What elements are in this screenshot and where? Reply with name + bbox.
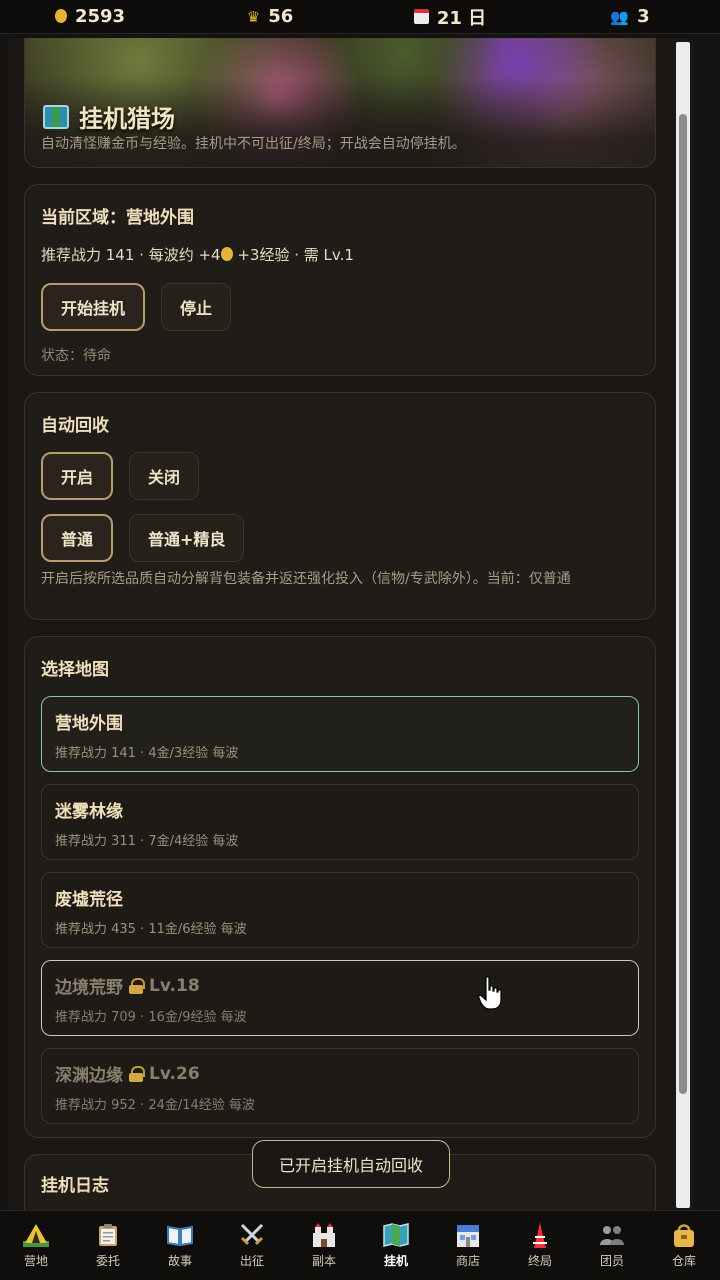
map-info: 推荐战力 952 · 24金/14经验 每波 <box>55 1098 255 1113</box>
people-icon <box>599 1222 625 1248</box>
bag-icon <box>671 1222 697 1248</box>
map-icon <box>383 1222 409 1248</box>
lock-icon <box>129 977 145 994</box>
nav-endgame[interactable]: 终局 <box>504 1211 576 1280</box>
region-info: 推荐战力 141 · 每波约 +4 +3经验 · 需 Lv.1 <box>41 246 354 264</box>
shop-icon <box>455 1222 481 1248</box>
required-level: Lv.18 <box>149 975 200 996</box>
idle-status: 状态：待命 <box>41 348 111 364</box>
map-item-ruin-path[interactable]: 废墟荒径 推荐战力 435 · 11金/6经验 每波 <box>41 872 639 948</box>
day-counter: 21 日 <box>360 4 540 30</box>
crown-icon: ♛ <box>246 7 261 26</box>
page-title: 挂机猎场 <box>43 99 175 134</box>
region-heading: 当前区域：营地外围 <box>41 208 194 228</box>
coin-icon <box>220 247 233 261</box>
quality-normal-fine-button[interactable]: 普通+精良 <box>129 514 245 562</box>
map-item-frontier-wilds[interactable]: 边境荒野 Lv.18 推荐战力 709 · 16金/9经验 每波 <box>41 960 639 1036</box>
coin-icon <box>54 8 67 26</box>
lock-icon <box>129 1065 145 1082</box>
nav-shop[interactable]: 商店 <box>432 1211 504 1280</box>
start-idle-button[interactable]: 开始挂机 <box>41 283 146 331</box>
nav-story[interactable]: 故事 <box>144 1211 216 1280</box>
map-name: 深渊边缘 Lv.26 <box>55 1063 200 1087</box>
map-info: 推荐战力 141 · 4金/3经验 每波 <box>55 746 239 761</box>
map-item-mist-forest[interactable]: 迷雾林缘 推荐战力 311 · 7金/4经验 每波 <box>41 784 639 860</box>
tent-icon <box>23 1222 49 1248</box>
member-counter: 👥 3 <box>540 6 720 27</box>
stop-idle-button[interactable]: 停止 <box>161 283 232 331</box>
map-name: 边境荒野 Lv.18 <box>55 975 200 999</box>
people-icon: 👥 <box>610 7 630 26</box>
book-icon <box>167 1222 193 1248</box>
crown-value: 56 <box>268 6 294 27</box>
map-name: 迷雾林缘 <box>55 802 123 822</box>
nav-camp[interactable]: 营地 <box>0 1211 72 1280</box>
nav-members[interactable]: 团员 <box>576 1211 648 1280</box>
tower-icon <box>527 1222 553 1248</box>
maps-heading: 选择地图 <box>41 660 109 680</box>
hero-banner: 挂机猎场 自动清怪赚金币与经验。挂机中不可出征/终局；开战会自动停挂机。 <box>24 38 656 168</box>
top-status-bar: 2593 ♛ 56 21 日 👥 3 <box>0 0 720 34</box>
scroll-thumb[interactable] <box>679 114 687 1094</box>
current-region-card: 当前区域：营地外围 推荐战力 141 · 每波约 +4 +3经验 · 需 Lv.… <box>24 184 656 376</box>
recycle-on-button[interactable]: 开启 <box>41 452 114 500</box>
scrollbar[interactable] <box>676 42 690 1208</box>
calendar-icon <box>413 9 429 24</box>
hand-cursor-icon <box>478 976 502 1010</box>
map-item-abyss-edge[interactable]: 深渊边缘 Lv.26 推荐战力 952 · 24金/14经验 每波 <box>41 1048 639 1124</box>
gold-counter: 2593 <box>0 6 180 27</box>
map-item-camp-outskirts[interactable]: 营地外围 推荐战力 141 · 4金/3经验 每波 <box>41 696 639 772</box>
recycle-description: 开启后按所选品质自动分解背包装备并返还强化投入（信物/专武除外）。当前：仅普通 <box>41 571 571 587</box>
recycle-heading: 自动回收 <box>41 416 109 436</box>
nav-dungeon[interactable]: 副本 <box>288 1211 360 1280</box>
map-name: 营地外围 <box>55 714 123 734</box>
map-name: 废墟荒径 <box>55 890 123 910</box>
swords-icon <box>239 1222 265 1248</box>
castle-icon <box>311 1222 337 1248</box>
nav-storage[interactable]: 仓库 <box>648 1211 720 1280</box>
member-value: 3 <box>637 6 650 27</box>
nav-commission[interactable]: 委托 <box>72 1211 144 1280</box>
main-scroll-area[interactable]: 挂机猎场 自动清怪赚金币与经验。挂机中不可出征/终局；开战会自动停挂机。 当前区… <box>8 38 694 1210</box>
nav-idle[interactable]: 挂机 <box>360 1211 432 1280</box>
nav-expedition[interactable]: 出征 <box>216 1211 288 1280</box>
page-subtitle: 自动清怪赚金币与经验。挂机中不可出征/终局；开战会自动停挂机。 <box>41 136 466 152</box>
auto-recycle-card: 自动回收 开启 关闭 普通 普通+精良 开启后按所选品质自动分解背包装备并返还强… <box>24 392 656 620</box>
gold-value: 2593 <box>74 6 126 27</box>
map-icon <box>43 104 69 129</box>
main-content: 挂机猎场 自动清怪赚金币与经验。挂机中不可出征/终局；开战会自动停挂机。 当前区… <box>24 38 656 1210</box>
day-value: 21 日 <box>436 7 487 29</box>
required-level: Lv.26 <box>149 1063 200 1084</box>
quality-normal-button[interactable]: 普通 <box>41 514 114 562</box>
recycle-off-button[interactable]: 关闭 <box>129 452 200 500</box>
map-info: 推荐战力 311 · 7金/4经验 每波 <box>55 834 239 849</box>
map-select-card: 选择地图 营地外围 推荐战力 141 · 4金/3经验 每波 迷雾林缘 推荐战力… <box>24 636 656 1138</box>
map-info: 推荐战力 709 · 16金/9经验 每波 <box>55 1010 247 1025</box>
toast-message: 已开启挂机自动回收 <box>252 1140 450 1188</box>
crown-counter: ♛ 56 <box>180 6 360 27</box>
bottom-navigation: 营地 委托 故事 出征 副本 挂机 商店 终局 团员 仓库 <box>0 1210 720 1280</box>
map-info: 推荐战力 435 · 11金/6经验 每波 <box>55 922 247 937</box>
clipboard-icon <box>95 1222 121 1248</box>
